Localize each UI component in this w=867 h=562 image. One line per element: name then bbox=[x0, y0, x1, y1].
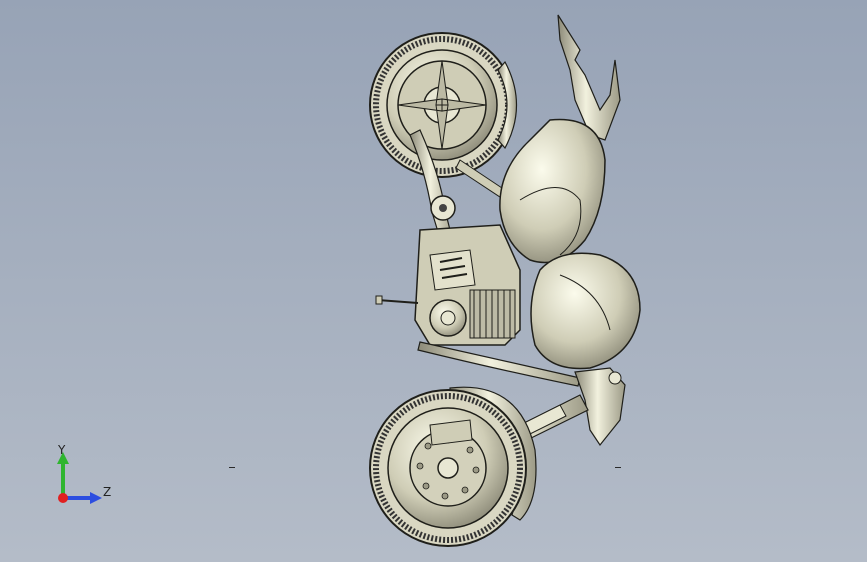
graphics-viewport[interactable]: Y Z bbox=[0, 0, 867, 562]
view-triad[interactable]: Y Z bbox=[50, 440, 120, 510]
sketch-marker-right bbox=[615, 467, 621, 468]
fuel-tank[interactable] bbox=[530, 252, 641, 370]
y-axis-label: Y bbox=[57, 443, 66, 457]
engine[interactable] bbox=[414, 224, 521, 346]
front-wheel[interactable] bbox=[369, 386, 537, 547]
y-axis-arrow bbox=[57, 452, 69, 498]
rear-wheel[interactable] bbox=[369, 32, 518, 178]
z-axis-arrow bbox=[63, 492, 102, 504]
motorcycle-model[interactable] bbox=[0, 0, 867, 562]
sketch-marker-left bbox=[229, 467, 235, 468]
seat[interactable] bbox=[499, 118, 606, 264]
footpeg[interactable] bbox=[375, 295, 419, 305]
z-axis-label: Z bbox=[103, 485, 111, 499]
x-axis-origin-icon bbox=[58, 493, 68, 503]
